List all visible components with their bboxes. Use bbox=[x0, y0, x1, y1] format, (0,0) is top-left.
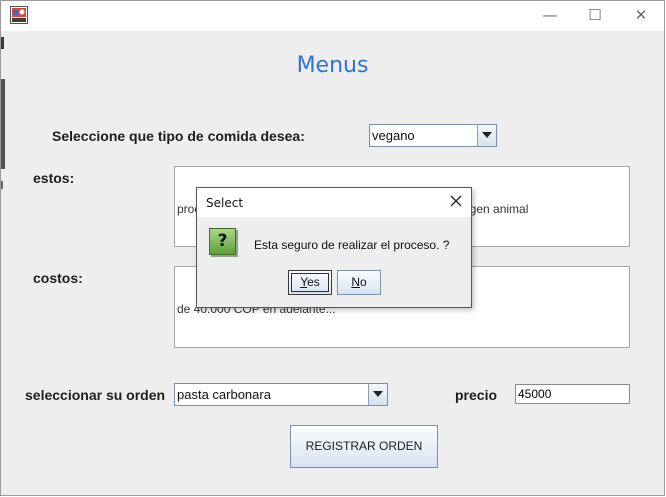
dropdown-arrow-icon[interactable] bbox=[368, 384, 387, 405]
dialog-title-bar: Select bbox=[197, 188, 471, 217]
details-text-end: igen animal bbox=[467, 202, 529, 216]
dialog-title: Select bbox=[206, 196, 244, 210]
order-value: pasta carbonara bbox=[177, 387, 271, 402]
food-type-label: Seleccione que tipo de comida desea: bbox=[52, 128, 305, 144]
confirm-dialog: Select ? Esta seguro de realizar el proc… bbox=[196, 187, 472, 308]
food-type-value: vegano bbox=[372, 128, 415, 143]
details-label: estos: bbox=[33, 170, 75, 186]
close-icon[interactable] bbox=[449, 194, 463, 208]
order-select[interactable]: pasta carbonara bbox=[174, 383, 388, 406]
no-button[interactable]: No bbox=[337, 270, 381, 295]
page-title: Menus bbox=[296, 53, 369, 78]
order-label: seleccionar su orden bbox=[25, 387, 166, 403]
java-app-icon bbox=[10, 6, 28, 24]
price-label: precio bbox=[455, 387, 498, 403]
maximize-button[interactable]: ☐ bbox=[572, 1, 618, 31]
question-icon: ? bbox=[209, 228, 236, 255]
no-mnemonic: N bbox=[351, 275, 360, 289]
main-window: — ☐ ✕ Menus Seleccione que tipo de comid… bbox=[0, 0, 665, 496]
yes-button[interactable]: Yes bbox=[288, 270, 332, 295]
price-field[interactable]: 45000 bbox=[515, 384, 630, 404]
title-bar: — ☐ ✕ bbox=[1, 1, 664, 31]
food-type-select[interactable]: vegano bbox=[369, 124, 497, 147]
dialog-message: Esta seguro de realizar el proceso. ? bbox=[254, 238, 450, 252]
close-button[interactable]: ✕ bbox=[618, 1, 664, 31]
yes-label: es bbox=[307, 275, 320, 289]
minimize-button[interactable]: — bbox=[527, 1, 573, 31]
costs-label: costos: bbox=[33, 270, 83, 286]
no-label: o bbox=[359, 275, 367, 289]
dropdown-arrow-icon[interactable] bbox=[477, 125, 496, 146]
register-order-button[interactable]: REGISTRAR ORDEN bbox=[290, 425, 438, 468]
